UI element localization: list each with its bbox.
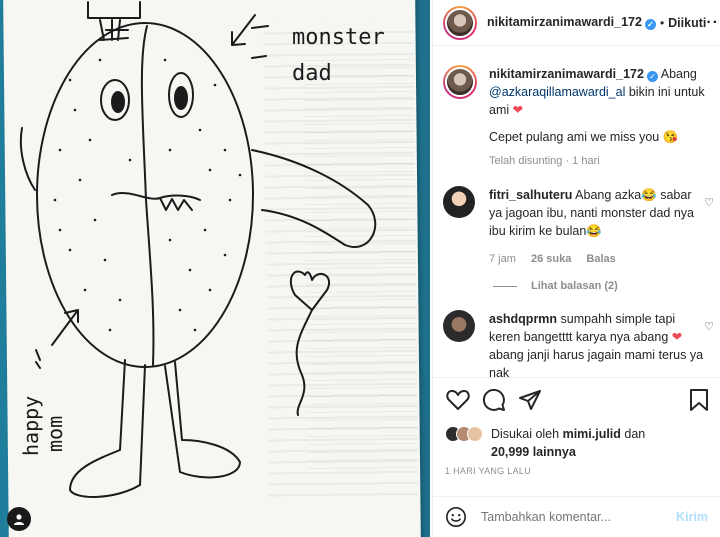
separator-dot: • — [659, 15, 665, 30]
post-date[interactable]: 1 HARI YANG LALU — [445, 466, 531, 476]
comment-icon — [482, 388, 505, 411]
comment-time[interactable]: 7 jam — [489, 253, 516, 265]
comment-item: fitri_salhuteru Abang azka😂 sabar ya jag… — [443, 186, 714, 266]
author-username[interactable]: nikitamirzanimawardi_172 ✓ — [487, 15, 656, 30]
save-button[interactable] — [686, 387, 712, 413]
reply-button[interactable]: Balas — [586, 253, 615, 265]
likes-user[interactable]: mimi.julid — [563, 427, 621, 441]
post-comment-button[interactable]: Kirim — [676, 510, 708, 524]
comment-item: ashdqprmn sumpahh simple tapi keren bang… — [443, 310, 714, 377]
bookmark-icon — [690, 388, 708, 411]
arrow-to-mom — [51, 309, 79, 346]
caption-username[interactable]: nikitamirzanimawardi_172 — [489, 67, 644, 81]
user-icon — [14, 514, 24, 525]
left-arm — [19, 127, 36, 191]
emoji-icon[interactable] — [445, 506, 467, 528]
child-drawing: monster dad happy mom — [19, 1, 385, 498]
right-arm — [251, 149, 377, 248]
heart-emoji-icon: ❤ — [512, 103, 524, 117]
add-comment-bar: Kirim — [433, 496, 720, 537]
caption-line2: Cepet pulang ami we miss you — [489, 130, 660, 144]
verified-badge-icon: ✓ — [644, 19, 656, 30]
like-button[interactable] — [445, 387, 471, 413]
caption-meta: Telah disunting · 1 hari — [489, 155, 600, 167]
like-comment-icon[interactable]: ♡ — [704, 196, 714, 209]
mouth-shape — [111, 192, 201, 211]
more-options-icon[interactable]: ··· — [706, 14, 720, 30]
arrow-to-dad — [231, 14, 256, 46]
comment-likes[interactable]: 26 suka — [531, 253, 571, 265]
comment-text-cont: abang janji harus jagain mami — [489, 348, 656, 362]
likes-prefix: Disukai oleh — [491, 427, 560, 441]
caption-mention[interactable]: @azkaraqillamawardi_al — [489, 85, 625, 99]
hat-shape — [87, 1, 141, 41]
share-button[interactable] — [517, 387, 543, 413]
balloon-heart — [289, 270, 330, 311]
post-photo[interactable]: monster dad happy mom — [0, 0, 430, 537]
likes-conj: dan — [624, 427, 646, 441]
commenter-avatar[interactable] — [443, 310, 475, 342]
label-monster: monster — [292, 25, 385, 50]
post-header: nikitamirzanimawardi_172✓ • Diikuti ··· — [433, 0, 720, 46]
comment-input[interactable] — [481, 510, 631, 524]
caption-text-pre: Abang — [660, 67, 697, 81]
liker-avatars — [445, 426, 483, 461]
label-mom: mom — [43, 416, 67, 452]
kiss-emoji-icon: 😘 — [662, 130, 679, 144]
caption: nikitamirzanimawardi_172 ✓ Abang @azkaraq… — [443, 65, 710, 168]
comment-meta: 7 jam 26 suka Balas — [489, 252, 707, 266]
label-happy: happy — [19, 396, 43, 456]
comment-username[interactable]: fitri_salhuteru — [489, 188, 572, 202]
likes-count[interactable]: 20,999 lainnya — [491, 445, 576, 459]
view-replies-button[interactable]: Lihat balasan (2) — [493, 280, 710, 292]
tagged-users-button[interactable] — [7, 507, 31, 531]
like-comment-icon[interactable]: ♡ — [704, 320, 714, 333]
heart-emoji-icon: ❤ — [671, 330, 683, 344]
label-dad: dad — [292, 61, 332, 86]
caption-avatar[interactable] — [443, 65, 477, 99]
action-bar — [433, 377, 720, 421]
likes-summary[interactable]: Disukai oleh mimi.julid dan 20,999 lainn… — [445, 425, 712, 461]
following-button[interactable]: Diikuti — [668, 16, 706, 30]
comment-button[interactable] — [481, 387, 507, 413]
author-avatar[interactable] — [443, 5, 477, 40]
body-dots — [53, 58, 242, 332]
comments-list[interactable]: nikitamirzanimawardi_172 ✓ Abang @azkaraq… — [433, 47, 720, 377]
right-leg — [164, 361, 241, 479]
left-leg — [69, 359, 146, 498]
commenter-avatar[interactable] — [443, 186, 475, 218]
verified-badge-icon: ✓ — [646, 71, 658, 82]
post-panel: nikitamirzanimawardi_172✓ • Diikuti ··· … — [432, 0, 720, 537]
comment-username[interactable]: ashdqprmn — [489, 312, 557, 326]
send-icon — [519, 389, 541, 410]
heart-icon — [446, 389, 470, 410]
